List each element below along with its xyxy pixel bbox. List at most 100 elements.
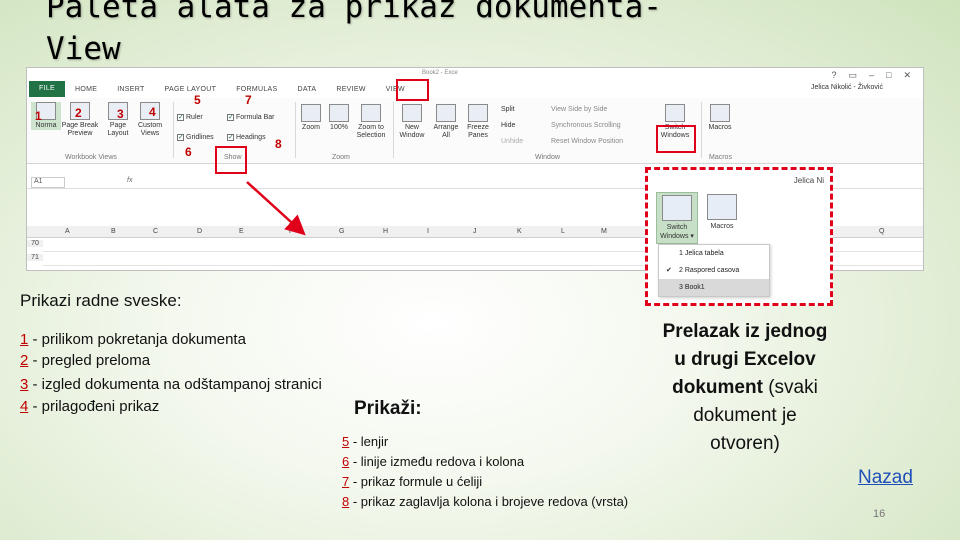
zoom-label: Zoom xyxy=(302,124,320,131)
macros-zoom-button[interactable]: Macros xyxy=(704,194,740,231)
menu-item-window-3[interactable]: 3 Book1 xyxy=(659,279,769,296)
user-name-partial: Jelica Ni xyxy=(793,176,824,185)
macros-label: Macros xyxy=(708,124,732,131)
zoom-100-button[interactable]: 100% xyxy=(327,104,351,132)
unhide-label: Unhide xyxy=(501,138,524,145)
unhide-button[interactable]: Unhide xyxy=(501,138,523,145)
tab-formulas[interactable]: FORMULAS xyxy=(226,86,287,93)
tab-file[interactable]: FILE xyxy=(29,81,65,97)
magnifier-icon xyxy=(301,104,321,122)
zoom-button[interactable]: Zoom xyxy=(299,104,323,132)
column-header[interactable]: Q xyxy=(879,228,884,235)
synchronous-scrolling-button[interactable]: Synchronous Scrolling xyxy=(551,122,621,129)
views-item-3: 3 - izgled dokumenta na odštampanoj stra… xyxy=(20,375,322,395)
tab-home[interactable]: HOME xyxy=(65,86,107,93)
marker-6: 6 xyxy=(185,145,192,159)
zoom-100-label: 100% xyxy=(330,124,348,131)
menu-item-window-2[interactable]: 2 Raspored casova xyxy=(659,262,769,279)
page-number: 16 xyxy=(873,508,886,520)
desc-bold-1: Prelazak iz jednog xyxy=(662,321,828,342)
split-button[interactable]: Split xyxy=(501,106,515,113)
switch-windows-zoom-button[interactable]: Switch Windows ▾ xyxy=(656,192,698,244)
slide-title: Paleta alata za prikaz dokumenta- View xyxy=(46,0,746,70)
new-window-icon xyxy=(402,104,422,122)
column-header[interactable]: C xyxy=(153,228,158,235)
marker-8: 8 xyxy=(275,137,282,151)
fx-label: fx xyxy=(127,177,133,184)
reset-window-position-button[interactable]: Reset Window Position xyxy=(551,138,623,145)
column-header[interactable]: B xyxy=(111,228,116,235)
back-link[interactable]: Nazad xyxy=(858,467,913,489)
column-header[interactable]: J xyxy=(473,228,477,235)
zoom-to-selection-button[interactable]: Zoom to Selection xyxy=(353,104,389,140)
view-side-by-side-button[interactable]: View Side by Side xyxy=(551,106,607,113)
headings-label: Headings xyxy=(236,134,266,141)
group-label-window: Window xyxy=(535,154,560,161)
ribbon-separator xyxy=(701,102,702,158)
show-group-highlight xyxy=(215,146,247,174)
item-text: - izgled dokumenta na odštampanoj strani… xyxy=(28,376,322,393)
tab-page-layout[interactable]: PAGE LAYOUT xyxy=(155,86,227,93)
column-header[interactable]: F xyxy=(289,228,293,235)
formula-bar-check-box: ✓ xyxy=(227,114,234,121)
column-header[interactable]: M xyxy=(601,228,607,235)
gridlines-checkbox[interactable]: ✓ Gridlines xyxy=(177,134,214,141)
minimize-icon[interactable]: – xyxy=(869,70,874,81)
close-icon[interactable]: ✕ xyxy=(903,70,911,81)
hide-button[interactable]: Hide xyxy=(501,122,515,129)
marker-1: 1 xyxy=(35,109,42,123)
help-icon[interactable]: ? xyxy=(831,70,836,81)
formula-bar-label: Formula Bar xyxy=(236,114,275,121)
gridlines-label: Gridlines xyxy=(186,134,214,141)
ribbon: Norma Page Break Preview Page Layout Cus… xyxy=(27,98,923,164)
name-box[interactable]: A1 xyxy=(31,177,65,188)
item-text: - prilagođeni prikaz xyxy=(28,398,160,415)
column-header[interactable]: H xyxy=(383,228,388,235)
freeze-panes-button[interactable]: Freeze Panes xyxy=(463,104,493,140)
headings-checkbox[interactable]: ✓ Headings xyxy=(227,134,266,141)
macros-button[interactable]: Macros xyxy=(705,104,735,132)
desc-bold-3: dokument xyxy=(672,377,763,398)
show-item-5: 5 - lenjir xyxy=(342,432,388,452)
account-name[interactable]: Jelica Nikolić - Živković xyxy=(811,84,883,91)
tab-data[interactable]: DATA xyxy=(288,86,327,93)
maximize-icon[interactable]: □ xyxy=(886,70,891,81)
ruler-checkbox[interactable]: ✓ Ruler xyxy=(177,114,203,121)
row-header[interactable]: 70 xyxy=(27,240,43,247)
arrange-all-button[interactable]: Arrange All xyxy=(431,104,461,140)
tab-review[interactable]: REVIEW xyxy=(326,86,375,93)
column-header[interactable]: K xyxy=(517,228,522,235)
column-header[interactable]: L xyxy=(561,228,565,235)
normal-view-label: Norma xyxy=(35,122,57,129)
column-header[interactable]: A xyxy=(65,228,70,235)
switch-windows-zoom-label: Switch Windows ▾ xyxy=(660,224,694,240)
marker-7: 7 xyxy=(245,93,252,107)
switch-windows-description: Prelazak iz jednog u drugi Excelov dokum… xyxy=(650,318,840,458)
show-item-6: 6 - linije između redova i kolona xyxy=(342,452,524,472)
tab-insert[interactable]: INSERT xyxy=(107,86,154,93)
formula-bar-checkbox[interactable]: ✓ Formula Bar xyxy=(227,114,275,121)
views-item-4: 4 - prilagođeni prikaz xyxy=(20,397,159,417)
window-controls: ? ▭ – □ ✕ xyxy=(831,70,911,81)
row-header[interactable]: 71 xyxy=(27,254,43,261)
ribbon-display-icon[interactable]: ▭ xyxy=(848,70,857,81)
column-header[interactable]: D xyxy=(197,228,202,235)
window-title: Book2 - Exce xyxy=(422,70,458,76)
headings-check-box: ✓ xyxy=(227,134,234,141)
arrange-all-icon xyxy=(436,104,456,122)
column-header[interactable]: I xyxy=(427,228,429,235)
switch-windows-icon xyxy=(662,195,692,221)
slide-title-line2: View xyxy=(46,31,121,67)
view-tab-highlight xyxy=(396,79,429,101)
column-header[interactable]: G xyxy=(339,228,344,235)
column-header[interactable]: E xyxy=(239,228,244,235)
switch-windows-highlight xyxy=(656,125,696,153)
new-window-label: New Window xyxy=(399,124,425,139)
menu-item-window-1[interactable]: 1 Jelica tabela xyxy=(659,245,769,262)
item-text: - prikaz zaglavlja kolona i brojeve redo… xyxy=(349,494,629,509)
item-text: - lenjir xyxy=(349,434,389,449)
gridlines-check-box: ✓ xyxy=(177,134,184,141)
marker-2: 2 xyxy=(75,106,82,120)
item-text: - linije između redova i kolona xyxy=(349,454,525,469)
new-window-button[interactable]: New Window xyxy=(397,104,427,140)
